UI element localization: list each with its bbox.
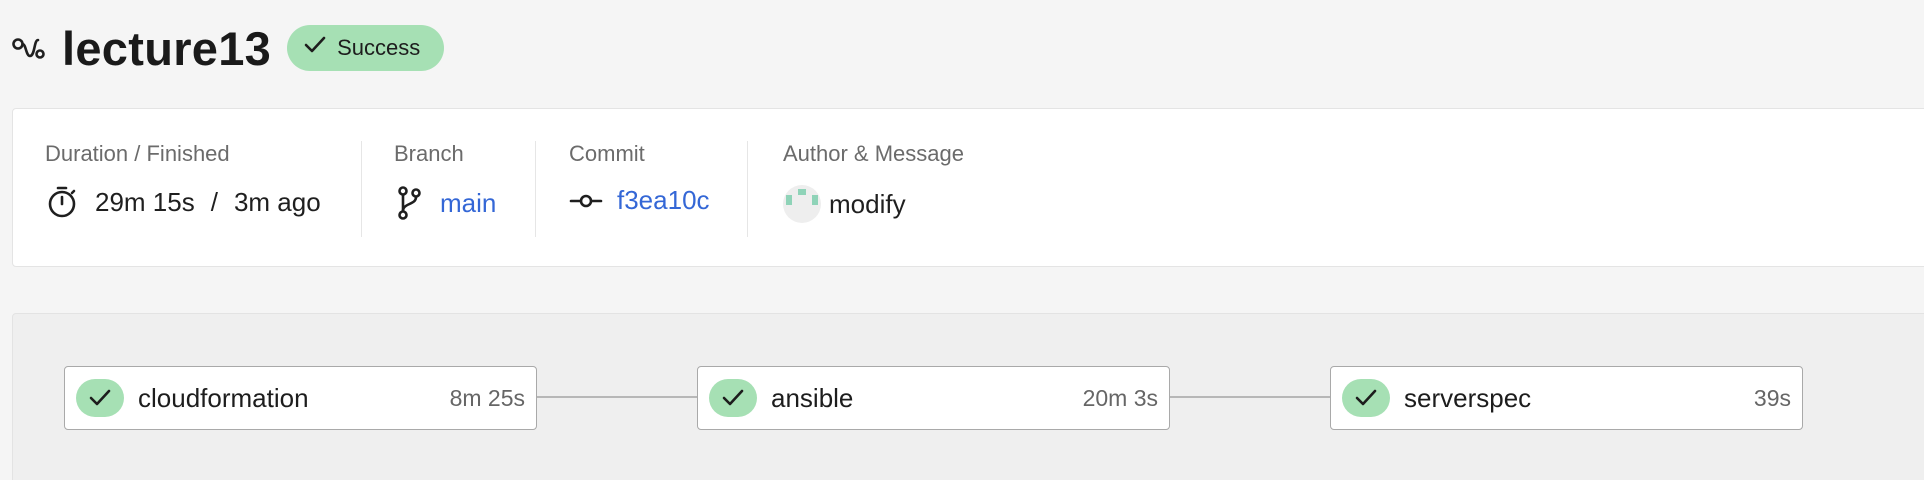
check-icon xyxy=(76,379,124,417)
job-duration: 8m 25s xyxy=(449,384,525,411)
page-title: lecture13 xyxy=(62,21,272,75)
commit-section: Commit f3ea10c xyxy=(569,141,710,237)
duration-label: Duration / Finished xyxy=(45,141,230,166)
author-section: Author & Message modify xyxy=(783,141,964,237)
job-card-serverspec[interactable]: serverspec 39s xyxy=(1330,366,1803,430)
workflow-icon xyxy=(12,30,48,66)
job-card-cloudformation[interactable]: cloudformation 8m 25s xyxy=(64,366,537,430)
commit-value: f3ea10c xyxy=(569,185,710,216)
commit-link[interactable]: f3ea10c xyxy=(617,185,710,216)
workflow-run-page: lecture13 Success Duration / Finished 29… xyxy=(0,0,1924,480)
git-commit-icon xyxy=(569,191,603,211)
author-value: modify xyxy=(783,185,906,223)
commit-message: modify xyxy=(829,188,906,219)
divider xyxy=(361,141,362,237)
job-name: ansible xyxy=(771,382,854,413)
duration-text: 29m 15s xyxy=(95,186,195,217)
divider xyxy=(747,141,748,237)
check-icon xyxy=(1342,379,1390,417)
duration-separator: / xyxy=(210,186,218,217)
branch-label: Branch xyxy=(394,141,464,166)
avatar[interactable] xyxy=(783,185,821,223)
git-branch-icon xyxy=(394,185,424,221)
job-name: cloudformation xyxy=(138,382,309,413)
branch-value: main xyxy=(394,185,496,221)
commit-label: Commit xyxy=(569,141,645,166)
duration-section: Duration / Finished 29m 15s / 3m ago xyxy=(45,141,321,237)
author-label: Author & Message xyxy=(783,141,964,166)
pipeline-graph: cloudformation 8m 25s ansible 20m 3s ser… xyxy=(12,313,1924,480)
job-name: serverspec xyxy=(1404,382,1532,413)
duration-value: 29m 15s / 3m ago xyxy=(45,185,321,219)
job-card-ansible[interactable]: ansible 20m 3s xyxy=(697,366,1170,430)
job-connector xyxy=(537,396,697,398)
run-info-card: Duration / Finished 29m 15s / 3m ago Bra… xyxy=(12,108,1924,267)
finished-text: 3m ago xyxy=(233,186,321,217)
status-label: Success xyxy=(337,35,421,60)
job-duration: 39s xyxy=(1753,384,1791,411)
page-header: lecture13 Success xyxy=(12,21,445,75)
status-badge: Success xyxy=(287,25,445,71)
job-connector xyxy=(1170,396,1330,398)
job-duration: 20m 3s xyxy=(1082,384,1158,411)
branch-link[interactable]: main xyxy=(440,188,496,219)
stopwatch-icon xyxy=(45,185,79,219)
check-icon xyxy=(709,379,757,417)
check-icon xyxy=(303,35,327,61)
divider xyxy=(535,141,536,237)
branch-section: Branch main xyxy=(394,141,496,237)
